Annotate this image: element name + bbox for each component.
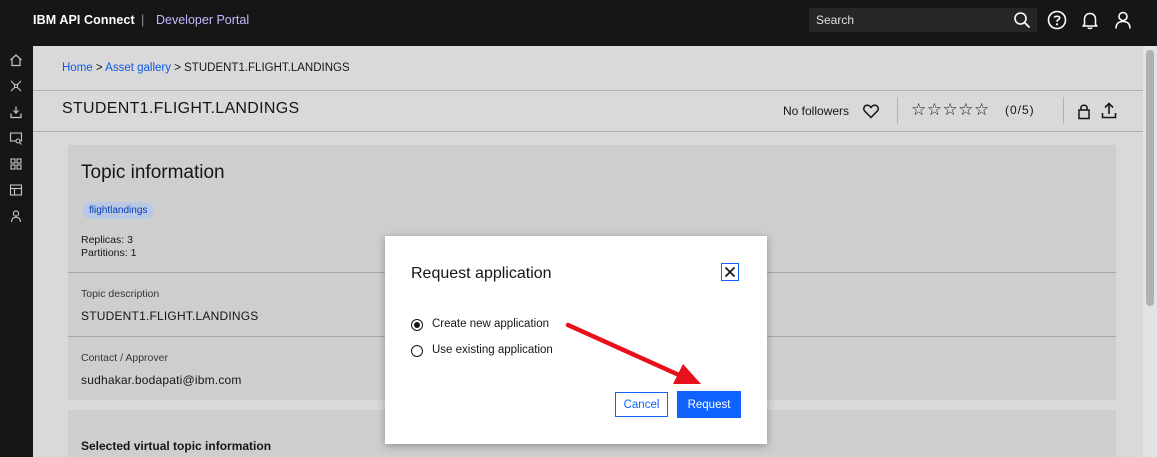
search-input[interactable] (809, 8, 1013, 32)
api-network-icon[interactable] (9, 79, 23, 93)
request-button[interactable]: Request (677, 391, 741, 418)
radio-label: Create new application (432, 318, 549, 330)
portal-name[interactable]: Developer Portal (156, 13, 249, 27)
dialog-title: Request application (411, 265, 552, 282)
apps-grid-icon[interactable] (9, 157, 23, 171)
search-box (809, 8, 1037, 32)
help-icon[interactable] (1047, 10, 1067, 30)
radio-button-checked[interactable] (411, 319, 423, 331)
annotation-arrow-icon (565, 322, 701, 384)
brand-name[interactable]: IBM API Connect (33, 13, 135, 27)
close-dialog-button[interactable] (721, 263, 739, 281)
search-icon[interactable] (1013, 11, 1031, 29)
top-bar: IBM API Connect | Developer Portal (0, 0, 1157, 46)
cancel-button[interactable]: Cancel (615, 392, 668, 417)
table-icon[interactable] (9, 183, 23, 197)
download-icon[interactable] (9, 105, 23, 119)
home-icon[interactable] (9, 53, 23, 67)
radio-label: Use existing application (432, 344, 553, 356)
search-list-icon[interactable] (9, 131, 23, 145)
close-icon (724, 266, 736, 278)
user-profile-icon[interactable] (1113, 10, 1133, 30)
user-icon[interactable] (9, 209, 23, 223)
notification-bell-icon[interactable] (1080, 10, 1100, 30)
left-sidebar (0, 46, 33, 457)
brand-separator: | (141, 12, 145, 27)
radio-button-unchecked[interactable] (411, 345, 423, 357)
